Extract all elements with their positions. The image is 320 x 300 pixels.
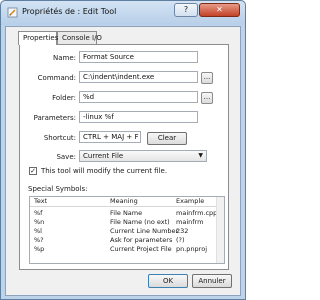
shortcut-label: Shortcut: bbox=[43, 134, 76, 142]
modify-file-checkbox[interactable]: ✓ bbox=[29, 167, 37, 175]
symbol-example: mainfrm bbox=[176, 218, 204, 226]
symbol-example: 232 bbox=[176, 227, 189, 235]
cancel-button[interactable]: Annuler bbox=[192, 274, 232, 288]
folder-browse-button[interactable]: ... bbox=[201, 92, 213, 104]
list-item[interactable]: %? Ask for parameters (?) bbox=[30, 236, 224, 244]
properties-panel: Name: Format Source Command: C:\indent\i… bbox=[19, 44, 229, 270]
list-item[interactable]: %l Current Line Number 232 bbox=[30, 227, 224, 235]
title-bar[interactable]: Propriétés de : Edit Tool ? ✕ bbox=[1, 1, 245, 25]
parameters-input[interactable]: -linux %f bbox=[79, 111, 198, 123]
symbol-text: %n bbox=[34, 218, 45, 226]
command-input[interactable]: C:\indent\indent.exe bbox=[79, 71, 198, 83]
dialog-window: Propriétés de : Edit Tool ? ✕ Properties… bbox=[0, 0, 246, 300]
column-header-text[interactable]: Text bbox=[34, 197, 47, 206]
app-icon bbox=[7, 7, 18, 18]
list-scrollbar[interactable] bbox=[216, 197, 224, 263]
symbol-meaning: Current Line Number bbox=[110, 227, 179, 235]
ok-button[interactable]: OK bbox=[148, 274, 188, 288]
list-item[interactable]: %f File Name mainfrm.cpp bbox=[30, 209, 224, 217]
save-label: Save: bbox=[56, 153, 76, 161]
symbol-example: (?) bbox=[176, 236, 185, 244]
window-title: Propriétés de : Edit Tool bbox=[22, 7, 117, 16]
list-item[interactable]: %n File Name (no ext) mainfrm bbox=[30, 218, 224, 226]
parameters-label: Parameters: bbox=[33, 114, 76, 122]
symbol-meaning: Ask for parameters bbox=[110, 236, 173, 244]
shortcut-input[interactable]: CTRL + MAJ + F bbox=[79, 131, 141, 143]
column-header-example[interactable]: Example bbox=[176, 197, 204, 206]
name-label: Name: bbox=[52, 54, 76, 62]
symbol-meaning: File Name (no ext) bbox=[110, 218, 170, 226]
column-header-meaning[interactable]: Meaning bbox=[110, 197, 138, 206]
command-label: Command: bbox=[37, 74, 76, 82]
symbol-example: mainfrm.cpp bbox=[176, 209, 218, 217]
command-browse-button[interactable]: ... bbox=[201, 72, 213, 84]
save-dropdown[interactable]: Current File ▼ bbox=[79, 150, 207, 162]
symbol-text: %? bbox=[34, 236, 44, 244]
symbol-meaning: Current Project File bbox=[110, 245, 172, 253]
special-symbols-title: Special Symbols: bbox=[28, 185, 88, 193]
help-button[interactable]: ? bbox=[174, 3, 198, 17]
symbol-text: %l bbox=[34, 227, 42, 235]
symbol-text: %p bbox=[34, 245, 45, 253]
clear-shortcut-button[interactable]: Clear bbox=[147, 132, 187, 145]
modify-file-label: This tool will modify the current file. bbox=[41, 167, 168, 175]
symbol-text: %f bbox=[34, 209, 43, 217]
dialog-body: Properties Console I/O Name: Format Sour… bbox=[5, 26, 241, 296]
list-header: Text Meaning Example bbox=[30, 197, 224, 207]
tab-properties[interactable]: Properties bbox=[18, 31, 58, 45]
chevron-down-icon: ▼ bbox=[198, 152, 203, 159]
special-symbols-list[interactable]: Text Meaning Example %f File Name mainfr… bbox=[29, 196, 225, 264]
name-input[interactable]: Format Source bbox=[79, 51, 198, 63]
folder-input[interactable]: %d bbox=[79, 91, 198, 103]
folder-label: Folder: bbox=[52, 94, 76, 102]
tab-console-io[interactable]: Console I/O bbox=[57, 31, 102, 44]
symbol-meaning: File Name bbox=[110, 209, 143, 217]
symbol-example: pn.pnproj bbox=[176, 245, 207, 253]
close-button[interactable]: ✕ bbox=[199, 3, 240, 17]
list-item[interactable]: %p Current Project File pn.pnproj bbox=[30, 245, 224, 253]
save-dropdown-value: Current File bbox=[83, 152, 124, 160]
